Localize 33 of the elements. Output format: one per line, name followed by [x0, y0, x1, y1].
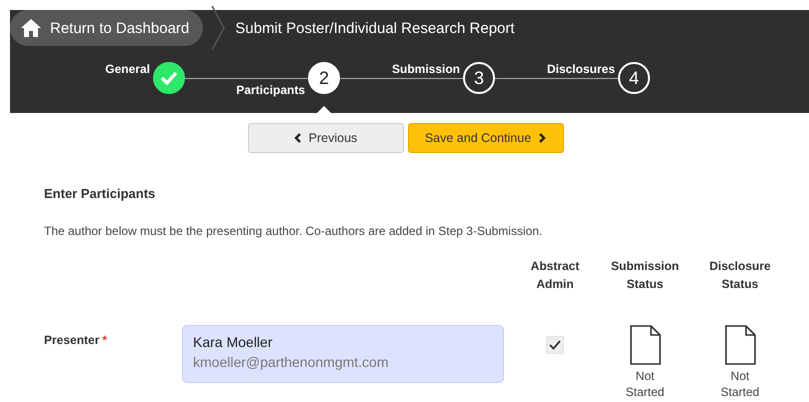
participant-field[interactable]: Kara Moeller kmoeller@parthenonmgmt.com	[182, 325, 504, 383]
abstract-admin-checkbox[interactable]	[546, 336, 564, 354]
step-label: Submission	[392, 62, 461, 78]
return-to-dashboard-button[interactable]: Return to Dashboard	[10, 10, 204, 46]
column-header: Abstract Admin	[530, 258, 580, 293]
checkmark-icon	[160, 71, 178, 85]
participant-name: Kara Moeller	[193, 334, 274, 350]
status-text: Not Started	[624, 368, 666, 400]
participant-email: kmoeller@parthenonmgmt.com	[193, 354, 390, 370]
column-header: Disclosure Status	[708, 258, 772, 293]
step-number-circle[interactable]: 2	[308, 62, 340, 94]
home-icon	[20, 18, 42, 38]
chevron-icon	[294, 133, 302, 143]
step-label: Participants	[236, 82, 306, 96]
step-complete-circle[interactable]	[153, 62, 185, 94]
step-number-circle[interactable]: 4	[618, 62, 650, 94]
column-header: Submission Status	[610, 258, 680, 293]
document-icon	[630, 325, 660, 365]
checkmark-icon	[549, 340, 561, 350]
document-icon	[724, 325, 756, 365]
step-label: Disclosures	[546, 62, 616, 78]
save-and-continue-button[interactable]: Save and Continue	[408, 123, 564, 153]
breadcrumb-chevron-icon	[211, 6, 226, 50]
step-label: General	[105, 62, 151, 78]
step-number-circle[interactable]: 3	[463, 62, 495, 94]
required-mark: *	[102, 333, 108, 347]
role-label: Presenter	[44, 333, 100, 347]
section-heading: Enter Participants	[44, 186, 156, 201]
previous-button[interactable]: Previous	[248, 123, 404, 153]
instructions-text: The author below must be the presenting author. Co-authors are added in Step 3-Submission.	[44, 224, 544, 238]
chevron-icon	[538, 133, 546, 143]
status-text: Not Started	[720, 368, 760, 400]
page-title: Submit Poster/Individual Research Report	[235, 20, 515, 36]
